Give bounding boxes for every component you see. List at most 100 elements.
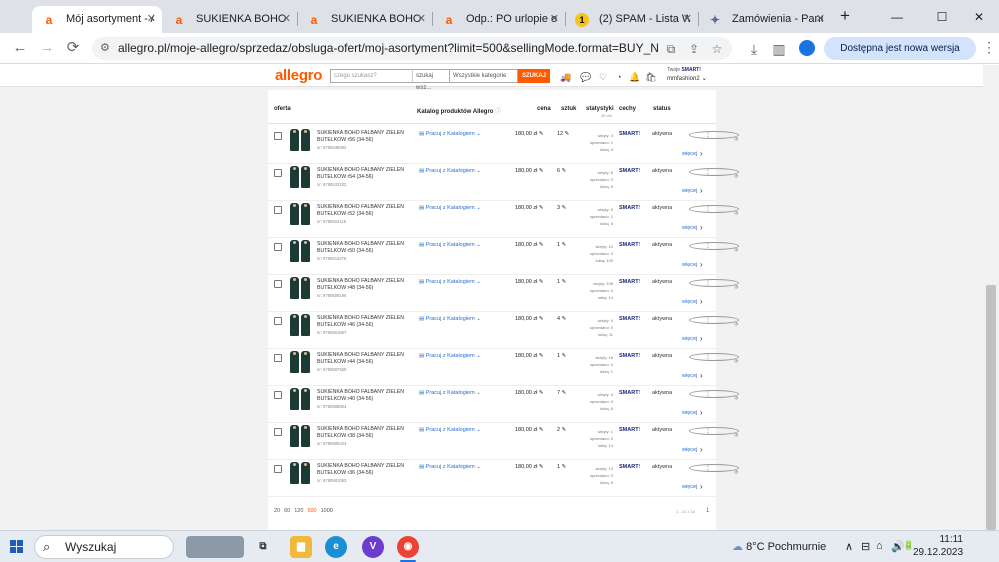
tab-close-icon[interactable]: ✕ [282,6,291,33]
offer-quantity[interactable]: 12 ✎ [557,131,569,137]
chevron-right-icon[interactable]: › [700,297,703,306]
offer-title[interactable]: SUKIENKA BOHO FALBANY ZIELEN BUTELKOW r5… [317,204,412,218]
offer-thumbnail[interactable] [301,314,310,336]
page-scrollbar[interactable] [983,65,999,530]
row-menu-kebab-icon[interactable]: ⋮ [704,131,712,139]
row-menu-kebab-icon[interactable]: ⋮ [704,168,712,176]
schedule-clock-icon[interactable]: ◷ [689,353,739,363]
reload-button[interactable]: ⟳ [63,38,83,58]
search-button[interactable]: SZUKAJ [518,69,550,83]
catalog-link[interactable]: ▤ Pracuj z Katalogiem ⌄ [419,464,481,470]
taskbar-search-input[interactable]: ⌕ Wyszukaj [34,535,174,559]
scrollbar-thumb[interactable] [986,285,996,530]
schedule-clock-icon[interactable]: ◷ [689,131,739,141]
more-link[interactable]: więcej [682,151,697,157]
offer-price[interactable]: 180,00 zł ✎ [515,279,543,285]
header-qty[interactable]: sztuk [561,106,576,112]
row-checkbox[interactable] [274,280,282,288]
offer-title[interactable]: SUKIENKA BOHO FALBANY ZIELEN BUTELKOW r4… [317,352,412,366]
weather-widget[interactable]: ☁ 8°C Pochmurnie [732,540,826,553]
catalog-link[interactable]: ▤ Pracuj z Katalogiem ⌄ [419,242,481,248]
header-stats[interactable]: statystyki [586,106,614,112]
offer-thumbnail[interactable] [301,203,310,225]
offer-thumbnail[interactable] [290,462,299,484]
more-link[interactable]: więcej [682,484,697,490]
offer-title[interactable]: SUKIENKA BOHO FALBANY ZIELEN BUTELKOW r5… [317,130,412,144]
row-checkbox[interactable] [274,391,282,399]
system-clock[interactable]: 11:11 29.12.2023 [913,533,963,559]
back-button[interactable]: ← [10,38,30,58]
vivaldi-icon[interactable]: V [362,536,384,558]
offer-thumbnail[interactable] [290,351,299,373]
edit-pencil-icon[interactable]: ✎ [562,279,567,285]
row-checkbox[interactable] [274,132,282,140]
profile-avatar-icon[interactable]: 👤 [799,40,815,56]
tray-app-icon[interactable]: ⊟ [861,540,870,553]
offer-thumbnail[interactable] [301,129,310,151]
screenshot-icon[interactable]: ⧉ [662,40,680,58]
delivery-icon[interactable]: 🚚 [560,71,572,83]
row-menu-kebab-icon[interactable]: ⋮ [704,316,712,324]
offer-quantity[interactable]: 4 ✎ [557,316,566,322]
row-checkbox[interactable] [274,206,282,214]
tab-odp-po-urlopie[interactable]: a Odp.: PO urlopie ofe ✕ [432,6,565,33]
page-size-option[interactable]: 60 [284,508,290,514]
offer-thumbnail[interactable] [290,388,299,410]
schedule-clock-icon[interactable]: ◷ [689,205,739,215]
offer-quantity[interactable]: 3 ✎ [557,205,566,211]
search-scope-dropdown[interactable]: szukaj wsz... [412,69,450,91]
header-price[interactable]: cena [537,106,551,112]
tab-sukienka-2[interactable]: a SUKIENKA BOHO FA ✕ [297,6,432,33]
chrome-menu-icon[interactable]: ⋮ [982,39,996,56]
maximize-button[interactable]: ☐ [922,6,962,28]
cart-icon[interactable]: 🛍 [645,71,657,83]
row-menu-kebab-icon[interactable]: ⋮ [704,205,712,213]
edit-pencil-icon[interactable]: ✎ [562,464,567,470]
offer-thumbnail[interactable] [301,388,310,410]
offer-thumbnail[interactable] [301,351,310,373]
more-link[interactable]: więcej [682,188,697,194]
edit-pencil-icon[interactable]: ✎ [562,242,567,248]
offer-thumbnail[interactable] [290,314,299,336]
site-info-icon[interactable]: ⚙ [100,37,110,60]
edit-pencil-icon[interactable]: ✎ [565,131,570,137]
edit-pencil-icon[interactable]: ✎ [539,242,544,248]
info-icon[interactable]: ⓘ [495,109,501,115]
edit-pencil-icon[interactable]: ✎ [539,131,544,137]
edit-pencil-icon[interactable]: ✎ [539,390,544,396]
tab-zamowienia[interactable]: ✦ Zamówienia - Panel ( ✕ [698,6,831,33]
catalog-link[interactable]: ▤ Pracuj z Katalogiem ⌄ [419,168,481,174]
offer-thumbnail[interactable] [301,277,310,299]
edit-pencil-icon[interactable]: ✎ [539,316,544,322]
edit-pencil-icon[interactable]: ✎ [562,168,567,174]
offer-quantity[interactable]: 1 ✎ [557,279,566,285]
tab-close-icon[interactable]: ✕ [550,6,559,33]
more-link[interactable]: więcej [682,262,697,268]
row-checkbox[interactable] [274,169,282,177]
chrome-taskbar-icon[interactable]: ◉ [397,536,419,558]
offer-quantity[interactable]: 2 ✎ [557,427,566,433]
downloads-icon[interactable]: ⤓ [744,39,764,59]
offer-title[interactable]: SUKIENKA BOHO FALBANY ZIELEN BUTELKOW r3… [317,463,412,477]
bookmark-star-icon[interactable]: ☆ [708,40,726,58]
more-link[interactable]: więcej [682,299,697,305]
offer-title[interactable]: SUKIENKA BOHO FALBANY ZIELEN BUTELKOW r4… [317,278,412,292]
offer-price[interactable]: 180,00 zł ✎ [515,131,543,137]
edit-pencil-icon[interactable]: ✎ [539,279,544,285]
offer-quantity[interactable]: 6 ✎ [557,168,566,174]
address-bar[interactable]: ⚙ allegro.pl/moje-allegro/sprzedaz/obslu… [92,37,732,60]
offer-price[interactable]: 180,00 zł ✎ [515,390,543,396]
edit-pencil-icon[interactable]: ✎ [539,168,544,174]
chevron-right-icon[interactable]: › [700,408,703,417]
schedule-clock-icon[interactable]: ◷ [689,168,739,178]
page-size-option-active[interactable]: 500 [307,508,316,514]
chevron-right-icon[interactable]: › [700,482,703,491]
minimize-button[interactable]: — [877,6,917,28]
taskbar-widgets-image[interactable] [186,536,244,558]
offer-thumbnail[interactable] [290,240,299,262]
chevron-right-icon[interactable]: › [700,445,703,454]
row-checkbox[interactable] [274,428,282,436]
offer-price[interactable]: 180,00 zł ✎ [515,168,543,174]
tab-close-icon[interactable]: ✕ [417,6,426,33]
new-tab-button[interactable]: + [835,6,855,26]
